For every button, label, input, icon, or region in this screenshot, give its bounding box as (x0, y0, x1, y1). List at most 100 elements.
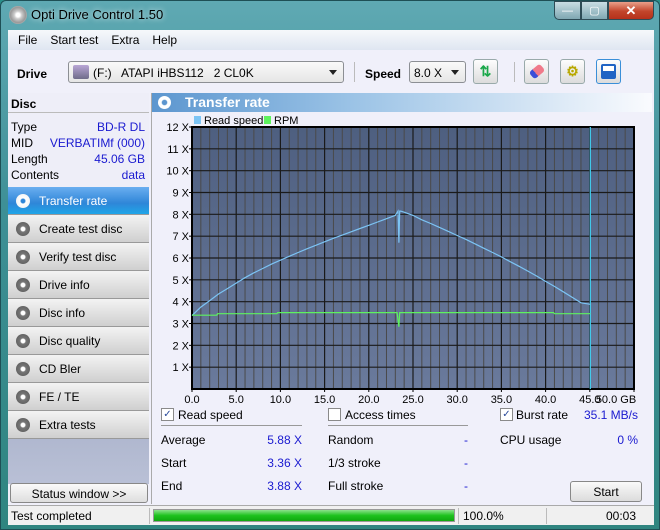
drive-select[interactable]: (F:) ATAPI iHBS112 2 CL0K (68, 61, 344, 83)
panel-header: Transfer rate (152, 93, 652, 112)
disc-row-contents: Contents data (11, 168, 145, 182)
minimize-button[interactable]: — (554, 1, 581, 20)
nav-disc-info[interactable]: Disc info (8, 299, 149, 327)
menu-bar: File Start test Extra Help (8, 30, 654, 50)
title-bar[interactable]: Opti Drive Control 1.50 — ▢ ✕ (1, 1, 660, 29)
elapsed-time: 00:03 (605, 509, 636, 523)
y-tick-label: 7 X (172, 231, 189, 243)
speed-select[interactable]: 8.0 X (409, 61, 466, 83)
status-window-button[interactable]: Status window >> (10, 483, 148, 503)
speed-select-value: 8.0 X (414, 66, 443, 80)
drive-info-icon (16, 277, 30, 292)
disc-mid-value: VERBATIMf (000) (49, 136, 145, 150)
nav-cd-bler[interactable]: CD Bler (8, 355, 149, 383)
settings-icon: ⚙ (566, 63, 579, 79)
nav-transfer-rate[interactable]: Transfer rate (8, 187, 149, 215)
nav-label: FE / TE (39, 389, 80, 404)
settings-button[interactable]: ⚙ (560, 59, 585, 84)
transfer-rate-panel: Transfer rate 1 X 2 X 3 X 4 X 5 X 6 X 7 X 8 X 9 … (151, 93, 654, 504)
nav-disc-quality[interactable]: Disc quality (8, 327, 149, 355)
eraser-icon (528, 63, 545, 80)
random-label: Random (328, 433, 374, 447)
client-area: File Start test Extra Help Drive (F:) AT… (8, 30, 654, 525)
start-button[interactable]: Start (570, 481, 642, 502)
y-tick-label: 9 X (172, 188, 189, 200)
y-tick-label: 3 X (172, 319, 189, 331)
erase-button[interactable] (524, 59, 549, 84)
y-tick-label: 8 X (172, 209, 189, 221)
nav-label: Create test disc (39, 221, 123, 236)
menu-extra[interactable]: Extra (105, 30, 146, 50)
maximize-button[interactable]: ▢ (581, 1, 608, 20)
x-tick-label: 40.0 (535, 394, 556, 405)
x-tick-label: 50.0 GB (596, 394, 636, 405)
save-icon (601, 64, 616, 79)
nav-extra-tests[interactable]: Extra tests (8, 411, 149, 439)
toolbar-divider (514, 62, 515, 82)
save-button[interactable] (596, 59, 621, 84)
one-third-stroke-value: - (464, 456, 468, 470)
disc-mid-label: MID (11, 136, 33, 150)
end-label: End (161, 479, 183, 493)
x-tick-label: 25.0 (402, 394, 423, 405)
y-tick-label: 12 X (166, 122, 189, 134)
sidebar: Disc Type BD-R DL MID VERBATIMf (000) Leng… (8, 93, 149, 484)
nav-create-test-disc[interactable]: Create test disc (8, 215, 149, 243)
disc-contents-value: data (121, 168, 145, 182)
menu-start-test[interactable]: Start test (44, 30, 105, 50)
chevron-down-icon (329, 70, 337, 75)
nav-label: Drive info (39, 277, 90, 292)
y-tick-label: 5 X (172, 275, 189, 287)
nav-label: Transfer rate (39, 193, 108, 208)
y-tick-label: 4 X (172, 297, 189, 309)
y-tick-label: 2 X (172, 340, 189, 352)
create-disc-icon (16, 221, 30, 236)
average-label: Average (161, 433, 206, 447)
disc-type-label: Type (11, 120, 38, 134)
nav-drive-info[interactable]: Drive info (8, 271, 149, 299)
legend-swatch (264, 116, 271, 124)
disc-heading: Disc (8, 93, 149, 113)
progress-bar (153, 509, 455, 522)
status-bar: Test completed 100.0% 00:03 (8, 505, 654, 525)
disc-type-value: BD-R DL (96, 120, 145, 134)
close-button[interactable]: ✕ (608, 1, 654, 20)
transfer-rate-icon (158, 96, 171, 109)
nav-verify-test-disc[interactable]: Verify test disc (8, 243, 149, 271)
average-value: 5.88 X (267, 433, 302, 447)
app-window: Opti Drive Control 1.50 — ▢ ✕ File Start… (0, 0, 660, 530)
read-speed-checkbox[interactable]: ✓ (161, 408, 174, 421)
nav-label: CD Bler (39, 361, 82, 376)
toolbar: Drive (F:) ATAPI iHBS112 2 CL0K Speed 8.… (8, 52, 654, 92)
disc-row-mid: MID VERBATIMf (000) (11, 136, 145, 150)
toolbar-divider (354, 62, 355, 82)
y-tick-label: 6 X (172, 253, 189, 265)
random-value: - (464, 433, 468, 447)
drive-icon (73, 65, 89, 79)
nav-label: Verify test disc (39, 249, 117, 264)
disc-quality-icon (16, 333, 30, 348)
disc-info-icon (16, 305, 30, 320)
drive-select-value: (F:) ATAPI iHBS112 2 CL0K (93, 66, 254, 80)
y-tick-label: 10 X (166, 166, 189, 178)
y-tick-label: 1 X (172, 362, 189, 374)
nav-label: Disc info (39, 305, 86, 320)
verify-disc-icon (16, 249, 30, 264)
menu-help[interactable]: Help (146, 30, 184, 50)
burst-rate-checkbox[interactable]: ✓ (500, 408, 513, 421)
menu-file[interactable]: File (12, 30, 44, 50)
access-times-checkbox[interactable] (328, 408, 341, 421)
divider (546, 508, 547, 524)
access-times-label: Access times (345, 408, 416, 422)
refresh-button[interactable]: ⇅ (473, 59, 498, 84)
nav-fe-te[interactable]: FE / TE (8, 383, 149, 411)
x-tick-label: 30.0 (446, 394, 467, 405)
transfer-rate-icon (16, 193, 30, 208)
legend-label: RPM (274, 115, 298, 127)
fe-te-icon (16, 389, 30, 404)
x-tick-label: 15.0 (314, 394, 335, 405)
x-tick-label: 10.0 (270, 394, 291, 405)
burst-rate-value: 35.1 MB/s (583, 408, 638, 422)
nav-label: Extra tests (39, 417, 96, 432)
status-text: Test completed (11, 509, 92, 523)
